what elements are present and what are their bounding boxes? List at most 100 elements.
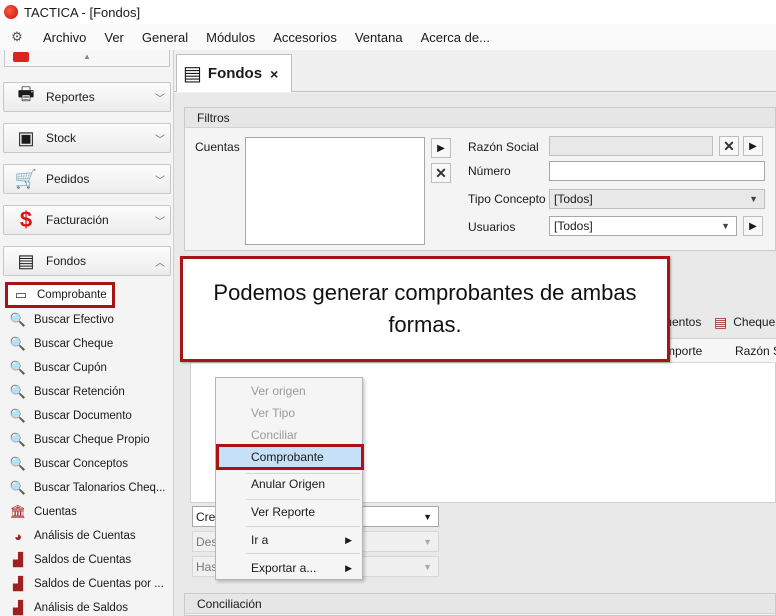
- usuarios-select[interactable]: [Todos] ▼: [549, 216, 737, 236]
- conciliacion-title: Conciliación: [185, 594, 775, 614]
- ctx-ver-reporte[interactable]: Ver Reporte: [218, 501, 360, 523]
- ctx-anular-origen[interactable]: Anular Origen: [218, 473, 360, 495]
- sidebar-item-label: Buscar Talonarios Cheq...: [34, 482, 166, 494]
- money-icon: ▤: [183, 63, 202, 85]
- tipo-concepto-value: [Todos]: [554, 192, 593, 206]
- sidebar-item-cuentas[interactable]: 🏛 Cuentas: [8, 501, 170, 523]
- menubar: ⚙ Archivo Ver General Módulos Accesorios…: [0, 24, 776, 50]
- sidebar-item-analisis-saldos[interactable]: ▟ Análisis de Saldos: [8, 597, 170, 616]
- sidebar-group-label: Fondos: [46, 254, 87, 268]
- sidebar-item-label: Saldos de Cuentas: [34, 554, 132, 566]
- menu-accesorios[interactable]: Accesorios: [264, 30, 346, 45]
- sidebar-item-label: Buscar Cheque Propio: [34, 434, 150, 446]
- tab-fondos[interactable]: ▤ Fondos ×: [176, 54, 292, 92]
- cuentas-listbox[interactable]: [245, 137, 425, 245]
- ctx-ir-a[interactable]: Ir a ▶: [218, 529, 360, 551]
- search-icon: 🔍: [9, 456, 27, 471]
- callout-text: Podemos generar comprobantes de ambas fo…: [213, 280, 637, 337]
- sidebar-group-reportes[interactable]: 🖶 Reportes ﹀: [3, 82, 171, 112]
- menu-acerca-de[interactable]: Acerca de...: [412, 30, 499, 45]
- chevron-down-icon: ▼: [423, 561, 432, 572]
- sidebar-item-saldos-cuentas-por[interactable]: ▟ Saldos de Cuentas por ...: [8, 573, 170, 595]
- search-icon: 🔍: [9, 336, 27, 351]
- window-title: TACTICA - [Fondos]: [24, 4, 141, 20]
- sidebar-item-label: Buscar Retención: [34, 386, 125, 398]
- numero-label: Número: [468, 164, 511, 178]
- ctx-comprobante[interactable]: Comprobante: [216, 444, 364, 470]
- conciliacion-panel: Conciliación: [184, 593, 776, 616]
- ctx-separator: [246, 526, 360, 527]
- sidebar-group-label: Facturación: [46, 213, 109, 227]
- tab-cheques[interactable]: ▤ Cheque: [710, 309, 775, 335]
- menu-archivo[interactable]: Archivo: [34, 30, 95, 45]
- chevron-down-icon: ﹀: [155, 175, 165, 187]
- app-menu-icon[interactable]: ⚙: [8, 29, 26, 44]
- menu-modulos[interactable]: Módulos: [197, 30, 264, 45]
- ctx-exportar-a[interactable]: Exportar a... ▶: [218, 557, 360, 579]
- context-menu: Ver origen Ver Tipo Conciliar Comprobant…: [215, 377, 364, 580]
- sidebar-item-analisis-cuentas[interactable]: ◕ Análisis de Cuentas: [8, 525, 170, 547]
- play-icon: ▶: [749, 140, 757, 152]
- sidebar-item-comprobante[interactable]: ▭ Comprobante: [5, 282, 115, 308]
- sidebar-item-buscar-cheque-propio[interactable]: 🔍 Buscar Cheque Propio: [8, 429, 170, 451]
- sidebar-item-label: Análisis de Cuentas: [34, 530, 136, 542]
- sidebar-item-saldos-cuentas[interactable]: ▟ Saldos de Cuentas: [8, 549, 170, 571]
- sidebar-item-label: Buscar Cupón: [34, 362, 107, 374]
- sidebar-item-buscar-retencion[interactable]: 🔍 Buscar Retención: [8, 381, 170, 403]
- ctx-item-label: Comprobante: [251, 450, 324, 464]
- chevron-up-icon: ︿: [155, 257, 165, 269]
- sidebar-item-buscar-cheque[interactable]: 🔍 Buscar Cheque: [8, 333, 170, 355]
- sidebar-group-stock[interactable]: ▣ Stock ﹀: [3, 123, 171, 153]
- cart-icon: 🛒: [14, 168, 38, 189]
- ctx-ver-origen[interactable]: Ver origen: [218, 380, 360, 402]
- bar-chart-icon: ▟: [13, 552, 23, 567]
- filters-panel: Filtros Cuentas ▶ ✕ Razón Social ✕ ▶ Núm…: [184, 107, 776, 251]
- menu-ver[interactable]: Ver: [95, 30, 133, 45]
- menu-general[interactable]: General: [133, 30, 197, 45]
- ctx-item-label: Exportar a...: [251, 561, 317, 575]
- sidebar-scroll-up-icon[interactable]: ▲: [0, 50, 173, 62]
- ctx-item-label: Ver Reporte: [251, 505, 316, 519]
- sidebar-item-buscar-cupon[interactable]: 🔍 Buscar Cupón: [8, 357, 170, 379]
- sidebar-item-label: Cuentas: [34, 506, 77, 518]
- sidebar-item-label: Saldos de Cuentas por ...: [34, 578, 164, 590]
- column-razon-social[interactable]: Razón S: [735, 344, 776, 358]
- sidebar-item-buscar-documento[interactable]: 🔍 Buscar Documento: [8, 405, 170, 427]
- search-icon: 🔍: [9, 312, 27, 327]
- cuentas-add-button[interactable]: ▶: [431, 138, 451, 158]
- sidebar-group-label: Reportes: [46, 90, 95, 104]
- chevron-down-icon: ▼: [749, 194, 758, 204]
- chevron-down-icon: ▼: [721, 221, 730, 231]
- sidebar-item-buscar-talonarios[interactable]: 🔍 Buscar Talonarios Cheq...: [8, 477, 170, 499]
- sidebar-item-buscar-efectivo[interactable]: 🔍 Buscar Efectivo: [8, 309, 170, 331]
- usuarios-value: [Todos]: [554, 219, 593, 233]
- tipo-concepto-select[interactable]: [Todos] ▼: [549, 189, 765, 209]
- column-importe[interactable]: mporte: [665, 344, 702, 358]
- usuarios-label: Usuarios: [468, 220, 516, 234]
- submenu-arrow-icon: ▶: [345, 562, 352, 573]
- cuentas-label: Cuentas: [195, 140, 240, 154]
- numero-field[interactable]: [549, 161, 765, 181]
- ctx-ver-tipo[interactable]: Ver Tipo: [218, 402, 360, 424]
- usuarios-search-button[interactable]: ▶: [743, 216, 763, 236]
- ctx-conciliar[interactable]: Conciliar: [218, 424, 360, 446]
- search-icon: 🔍: [9, 384, 27, 399]
- tab-cheques-label: Cheque: [733, 315, 776, 329]
- razon-social-field[interactable]: [549, 136, 713, 156]
- search-icon: 🔍: [9, 408, 27, 423]
- sidebar: ▲ 🖶 Reportes ﹀ ▣ Stock ﹀ 🛒 Pedidos ﹀ $ F…: [0, 50, 174, 616]
- menu-ventana[interactable]: Ventana: [346, 30, 412, 45]
- sidebar-item-buscar-conceptos[interactable]: 🔍 Buscar Conceptos: [8, 453, 170, 475]
- money-icon: ▤: [17, 250, 35, 271]
- razon-social-clear-button[interactable]: ✕: [719, 136, 739, 156]
- cuentas-clear-button[interactable]: ✕: [431, 163, 451, 183]
- sidebar-group-label: Stock: [46, 131, 77, 145]
- close-icon[interactable]: ×: [270, 66, 278, 82]
- razon-social-search-button[interactable]: ▶: [743, 136, 763, 156]
- sidebar-group-fondos[interactable]: ▤ Fondos ︿: [3, 246, 171, 276]
- chevron-down-icon: ﹀: [155, 134, 165, 146]
- sidebar-group-pedidos[interactable]: 🛒 Pedidos ﹀: [3, 164, 171, 194]
- document-tabstrip: ▤ Fondos ×: [174, 50, 776, 92]
- sidebar-group-facturacion[interactable]: $ Facturación ﹀: [3, 205, 171, 235]
- bar-chart-icon: ▟: [13, 576, 23, 591]
